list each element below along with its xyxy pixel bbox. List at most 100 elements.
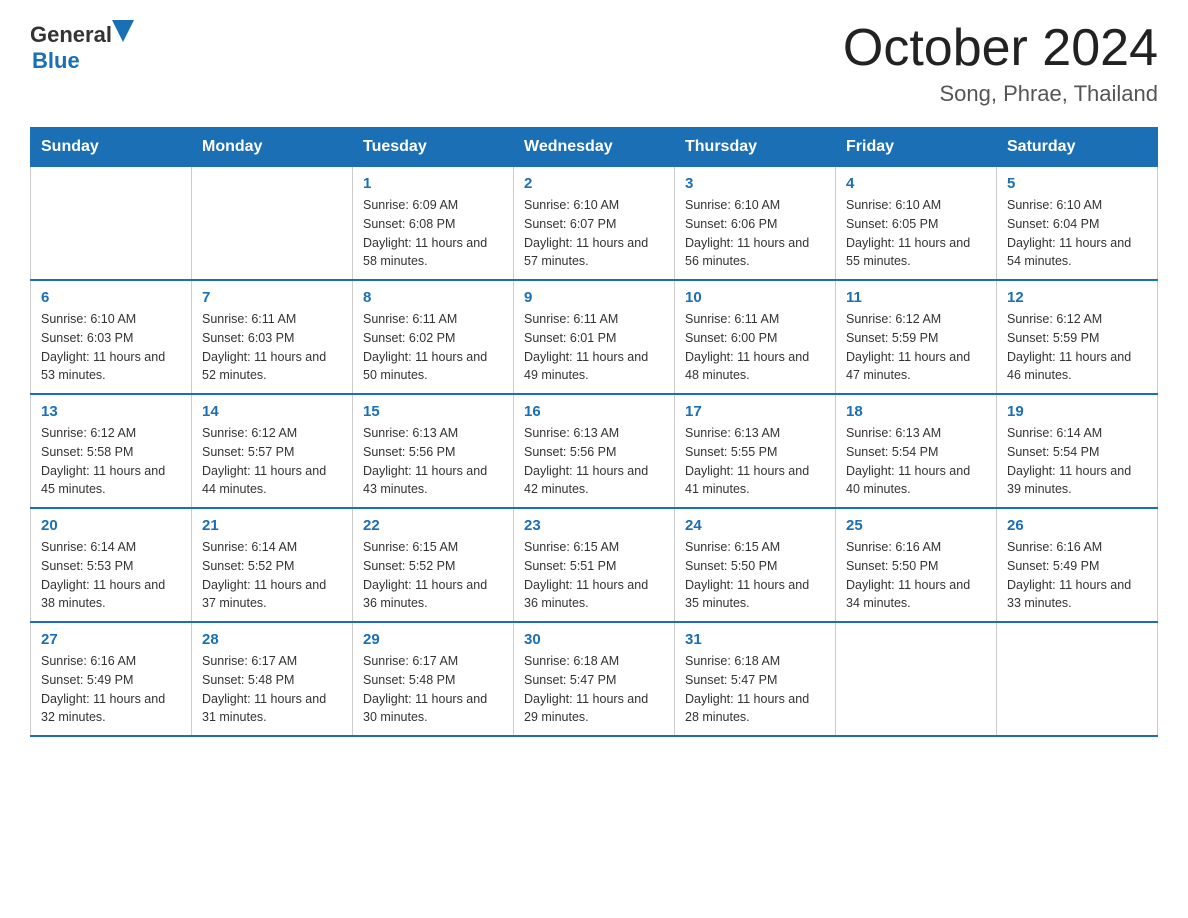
day-info: Sunrise: 6:10 AMSunset: 6:07 PMDaylight:… bbox=[524, 196, 664, 271]
day-info: Sunrise: 6:11 AMSunset: 6:01 PMDaylight:… bbox=[524, 310, 664, 385]
day-info: Sunrise: 6:11 AMSunset: 6:03 PMDaylight:… bbox=[202, 310, 342, 385]
day-info: Sunrise: 6:13 AMSunset: 5:54 PMDaylight:… bbox=[846, 424, 986, 499]
day-info: Sunrise: 6:11 AMSunset: 6:02 PMDaylight:… bbox=[363, 310, 503, 385]
calendar-cell: 14 Sunrise: 6:12 AMSunset: 5:57 PMDayligh… bbox=[192, 394, 353, 508]
day-number: 6 bbox=[41, 289, 181, 306]
day-number: 23 bbox=[524, 517, 664, 534]
calendar-cell: 19 Sunrise: 6:14 AMSunset: 5:54 PMDayligh… bbox=[997, 394, 1158, 508]
calendar-cell: 6 Sunrise: 6:10 AMSunset: 6:03 PMDaylight… bbox=[31, 280, 192, 394]
calendar-cell: 5 Sunrise: 6:10 AMSunset: 6:04 PMDaylight… bbox=[997, 167, 1158, 281]
day-info: Sunrise: 6:13 AMSunset: 5:56 PMDaylight:… bbox=[363, 424, 503, 499]
day-number: 28 bbox=[202, 631, 342, 648]
logo-text: General Blue bbox=[30, 20, 134, 74]
day-number: 9 bbox=[524, 289, 664, 306]
calendar-cell bbox=[192, 167, 353, 281]
calendar-cell: 26Sunrise: 6:16 AMSunset: 5:49 PMDayligh… bbox=[997, 508, 1158, 622]
col-wednesday: Wednesday bbox=[514, 128, 675, 167]
day-info: Sunrise: 6:17 AMSunset: 5:48 PMDaylight:… bbox=[363, 652, 503, 727]
day-info: Sunrise: 6:14 AMSunset: 5:53 PMDaylight:… bbox=[41, 538, 181, 613]
page-header: General Blue October 2024 Song, Phrae, T… bbox=[30, 20, 1158, 107]
day-number: 24 bbox=[685, 517, 825, 534]
day-info: Sunrise: 6:12 AMSunset: 5:58 PMDaylight:… bbox=[41, 424, 181, 499]
calendar-week-row: 13 Sunrise: 6:12 AMSunset: 5:58 PMDayligh… bbox=[31, 394, 1158, 508]
calendar-cell: 20Sunrise: 6:14 AMSunset: 5:53 PMDayligh… bbox=[31, 508, 192, 622]
day-number: 13 bbox=[41, 403, 181, 420]
calendar-cell: 29 Sunrise: 6:17 AMSunset: 5:48 PMDayligh… bbox=[353, 622, 514, 736]
calendar-cell: 7Sunrise: 6:11 AMSunset: 6:03 PMDaylight… bbox=[192, 280, 353, 394]
calendar-cell bbox=[31, 167, 192, 281]
calendar-cell: 4 Sunrise: 6:10 AMSunset: 6:05 PMDaylight… bbox=[836, 167, 997, 281]
day-number: 12 bbox=[1007, 289, 1147, 306]
day-info: Sunrise: 6:14 AMSunset: 5:54 PMDaylight:… bbox=[1007, 424, 1147, 499]
calendar-cell: 1 Sunrise: 6:09 AMSunset: 6:08 PMDaylight… bbox=[353, 167, 514, 281]
calendar-cell: 18Sunrise: 6:13 AMSunset: 5:54 PMDayligh… bbox=[836, 394, 997, 508]
day-number: 31 bbox=[685, 631, 825, 648]
logo: General Blue bbox=[30, 20, 134, 74]
day-info: Sunrise: 6:10 AMSunset: 6:03 PMDaylight:… bbox=[41, 310, 181, 385]
calendar-cell: 31 Sunrise: 6:18 AMSunset: 5:47 PMDayligh… bbox=[675, 622, 836, 736]
calendar-cell: 16Sunrise: 6:13 AMSunset: 5:56 PMDayligh… bbox=[514, 394, 675, 508]
col-monday: Monday bbox=[192, 128, 353, 167]
calendar-cell: 3Sunrise: 6:10 AMSunset: 6:06 PMDaylight… bbox=[675, 167, 836, 281]
day-info: Sunrise: 6:15 AMSunset: 5:51 PMDaylight:… bbox=[524, 538, 664, 613]
logo-icon bbox=[112, 20, 134, 42]
calendar-cell: 22 Sunrise: 6:15 AMSunset: 5:52 PMDayligh… bbox=[353, 508, 514, 622]
calendar-cell: 23 Sunrise: 6:15 AMSunset: 5:51 PMDayligh… bbox=[514, 508, 675, 622]
calendar-cell: 21 Sunrise: 6:14 AMSunset: 5:52 PMDayligh… bbox=[192, 508, 353, 622]
calendar-cell: 27 Sunrise: 6:16 AMSunset: 5:49 PMDayligh… bbox=[31, 622, 192, 736]
calendar-week-row: 27 Sunrise: 6:16 AMSunset: 5:49 PMDayligh… bbox=[31, 622, 1158, 736]
calendar-cell: 9 Sunrise: 6:11 AMSunset: 6:01 PMDaylight… bbox=[514, 280, 675, 394]
day-number: 15 bbox=[363, 403, 503, 420]
day-info: Sunrise: 6:10 AMSunset: 6:04 PMDaylight:… bbox=[1007, 196, 1147, 271]
day-number: 22 bbox=[363, 517, 503, 534]
day-info: Sunrise: 6:16 AMSunset: 5:49 PMDaylight:… bbox=[1007, 538, 1147, 613]
day-info: Sunrise: 6:15 AMSunset: 5:50 PMDaylight:… bbox=[685, 538, 825, 613]
day-info: Sunrise: 6:13 AMSunset: 5:56 PMDaylight:… bbox=[524, 424, 664, 499]
calendar-header-row: Sunday Monday Tuesday Wednesday Thursday… bbox=[31, 128, 1158, 167]
calendar-cell: 24 Sunrise: 6:15 AMSunset: 5:50 PMDayligh… bbox=[675, 508, 836, 622]
day-number: 30 bbox=[524, 631, 664, 648]
col-sunday: Sunday bbox=[31, 128, 192, 167]
day-info: Sunrise: 6:17 AMSunset: 5:48 PMDaylight:… bbox=[202, 652, 342, 727]
day-info: Sunrise: 6:16 AMSunset: 5:49 PMDaylight:… bbox=[41, 652, 181, 727]
day-info: Sunrise: 6:13 AMSunset: 5:55 PMDaylight:… bbox=[685, 424, 825, 499]
calendar-cell bbox=[836, 622, 997, 736]
day-number: 17 bbox=[685, 403, 825, 420]
day-info: Sunrise: 6:09 AMSunset: 6:08 PMDaylight:… bbox=[363, 196, 503, 271]
calendar-cell: 28 Sunrise: 6:17 AMSunset: 5:48 PMDayligh… bbox=[192, 622, 353, 736]
day-number: 29 bbox=[363, 631, 503, 648]
day-number: 27 bbox=[41, 631, 181, 648]
day-number: 8 bbox=[363, 289, 503, 306]
day-number: 21 bbox=[202, 517, 342, 534]
day-number: 5 bbox=[1007, 175, 1147, 192]
calendar-cell: 11 Sunrise: 6:12 AMSunset: 5:59 PMDayligh… bbox=[836, 280, 997, 394]
day-number: 2 bbox=[524, 175, 664, 192]
day-number: 14 bbox=[202, 403, 342, 420]
calendar-week-row: 20Sunrise: 6:14 AMSunset: 5:53 PMDayligh… bbox=[31, 508, 1158, 622]
day-info: Sunrise: 6:15 AMSunset: 5:52 PMDaylight:… bbox=[363, 538, 503, 613]
day-info: Sunrise: 6:18 AMSunset: 5:47 PMDaylight:… bbox=[685, 652, 825, 727]
title-block: October 2024 Song, Phrae, Thailand bbox=[843, 20, 1158, 107]
calendar-cell: 17 Sunrise: 6:13 AMSunset: 5:55 PMDayligh… bbox=[675, 394, 836, 508]
calendar-cell: 8 Sunrise: 6:11 AMSunset: 6:02 PMDaylight… bbox=[353, 280, 514, 394]
calendar-cell: 13 Sunrise: 6:12 AMSunset: 5:58 PMDayligh… bbox=[31, 394, 192, 508]
day-number: 3 bbox=[685, 175, 825, 192]
day-info: Sunrise: 6:10 AMSunset: 6:05 PMDaylight:… bbox=[846, 196, 986, 271]
day-number: 1 bbox=[363, 175, 503, 192]
calendar-cell: 10 Sunrise: 6:11 AMSunset: 6:00 PMDayligh… bbox=[675, 280, 836, 394]
day-info: Sunrise: 6:14 AMSunset: 5:52 PMDaylight:… bbox=[202, 538, 342, 613]
day-number: 25 bbox=[846, 517, 986, 534]
day-info: Sunrise: 6:12 AMSunset: 5:59 PMDaylight:… bbox=[1007, 310, 1147, 385]
calendar-cell: 30 Sunrise: 6:18 AMSunset: 5:47 PMDayligh… bbox=[514, 622, 675, 736]
calendar-cell: 25Sunrise: 6:16 AMSunset: 5:50 PMDayligh… bbox=[836, 508, 997, 622]
calendar-cell: 15 Sunrise: 6:13 AMSunset: 5:56 PMDayligh… bbox=[353, 394, 514, 508]
calendar-week-row: 1 Sunrise: 6:09 AMSunset: 6:08 PMDaylight… bbox=[31, 167, 1158, 281]
day-number: 4 bbox=[846, 175, 986, 192]
day-number: 11 bbox=[846, 289, 986, 306]
day-number: 19 bbox=[1007, 403, 1147, 420]
day-number: 10 bbox=[685, 289, 825, 306]
day-info: Sunrise: 6:12 AMSunset: 5:57 PMDaylight:… bbox=[202, 424, 342, 499]
day-info: Sunrise: 6:18 AMSunset: 5:47 PMDaylight:… bbox=[524, 652, 664, 727]
day-info: Sunrise: 6:12 AMSunset: 5:59 PMDaylight:… bbox=[846, 310, 986, 385]
day-info: Sunrise: 6:11 AMSunset: 6:00 PMDaylight:… bbox=[685, 310, 825, 385]
